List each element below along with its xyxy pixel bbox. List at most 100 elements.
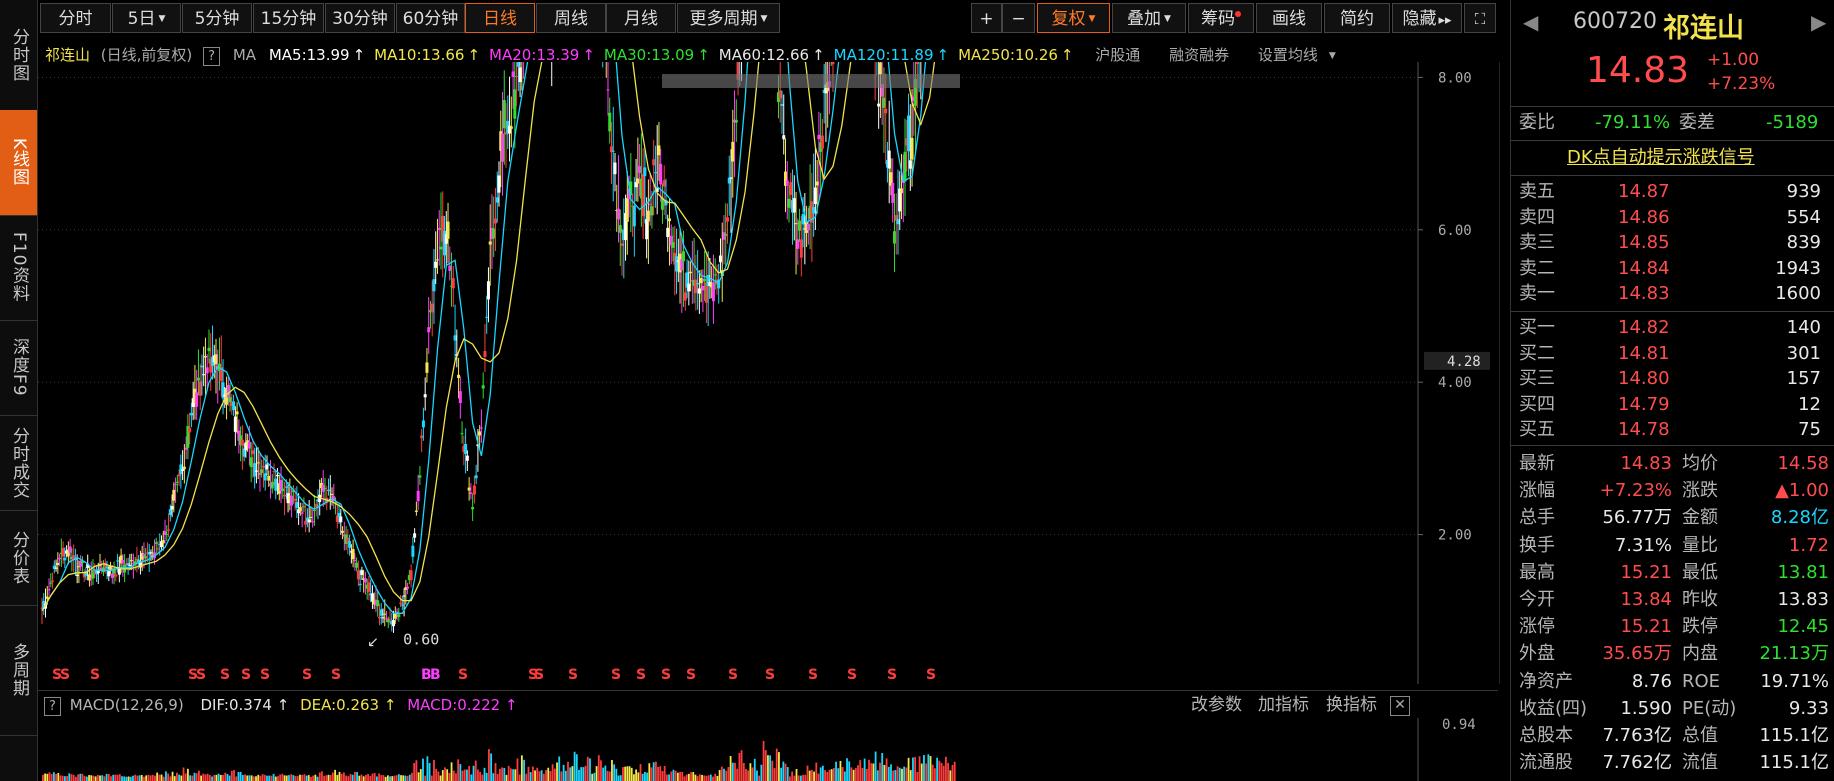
y-tick-label: 8.00 — [1438, 70, 1472, 86]
candle-body — [413, 533, 417, 538]
draw-line-button[interactable]: 画线 — [1256, 3, 1322, 33]
hide-button[interactable]: 隐藏 ▸▸ — [1392, 3, 1462, 33]
candle-body — [667, 218, 671, 222]
tab-60min[interactable]: 60分钟 — [396, 3, 465, 33]
candle-body — [789, 182, 793, 195]
tab-trades[interactable]: 分时成交 — [0, 415, 37, 511]
macd-bar — [540, 770, 543, 781]
bid-level-price: 14.78 — [1618, 419, 1670, 440]
macd-bar — [250, 775, 253, 781]
simple-mode-button[interactable]: 简约 — [1324, 3, 1390, 33]
tab-weekly[interactable]: 周线 — [536, 3, 606, 33]
macd-bar — [797, 775, 800, 781]
macd-bar — [745, 768, 747, 781]
kline-chart[interactable]: 14.0012.0010.008.006.004.002.004.28↖15.2… — [38, 62, 1500, 684]
macd-bar — [892, 770, 895, 781]
tab-depth[interactable]: 深度F9 — [0, 320, 37, 416]
stat-label: 流值 — [1682, 752, 1718, 774]
candle-body — [399, 602, 403, 604]
macd-bar — [685, 774, 688, 781]
stat-value: 8.76 — [1631, 670, 1672, 692]
candle-body — [184, 447, 188, 450]
tab-30min[interactable]: 30分钟 — [325, 3, 395, 33]
macd-bar — [635, 769, 638, 781]
macd-bar — [514, 769, 517, 781]
stat-value: 115.1亿 — [1759, 752, 1829, 774]
macd-bar — [46, 773, 49, 781]
macd-bar — [149, 775, 152, 781]
stat-value: +7.23% — [1599, 480, 1672, 502]
bid-level-price: 14.79 — [1618, 393, 1670, 415]
tab-more-periods[interactable]: 更多周期 ▼ — [677, 3, 780, 33]
candle-body — [513, 89, 517, 119]
stat-value: 13.83 — [1777, 589, 1829, 610]
zoom-out-button[interactable]: − — [1002, 3, 1035, 33]
macd-bar — [485, 772, 488, 781]
candle-body — [718, 255, 722, 263]
tab-price-table[interactable]: 分价表 — [0, 510, 37, 606]
stock-code: 600720 — [1573, 9, 1657, 34]
macd-bar — [679, 771, 681, 781]
candle-body — [425, 362, 429, 373]
tab-5day[interactable]: 5日 ▼ — [112, 3, 181, 33]
tab-f10-label: F10资料 — [9, 232, 29, 303]
macd-bar — [835, 761, 837, 781]
macd-bar — [213, 774, 216, 781]
tab-monthly[interactable]: 月线 — [606, 3, 676, 33]
macd-bar — [782, 761, 785, 781]
macd-bar — [189, 775, 192, 781]
macd-bar — [395, 775, 398, 781]
macd-chart[interactable]: 0.94 — [38, 718, 1500, 781]
overlay-button[interactable]: 叠加 ▼ — [1112, 3, 1186, 33]
macd-bar — [703, 775, 706, 781]
stat-value: 115.1亿 — [1759, 725, 1829, 746]
candle-body — [453, 335, 457, 341]
macd-bar — [314, 774, 317, 781]
candle-body — [314, 504, 318, 508]
macd-bar — [261, 774, 264, 781]
tab-multi-period[interactable]: 多周期 — [0, 605, 37, 736]
macd-bar — [246, 775, 249, 781]
change-param-button[interactable]: 改参数 — [1191, 691, 1242, 719]
macd-bar — [865, 768, 868, 781]
candle-body — [493, 218, 497, 224]
macd-bar — [756, 770, 758, 781]
candle-body — [418, 475, 422, 478]
macd-bar — [160, 774, 163, 781]
macd-bar — [595, 766, 598, 781]
candle-body — [636, 178, 640, 184]
stat-label: 量比 — [1682, 534, 1718, 556]
candle-body — [283, 494, 287, 497]
fuquan-button[interactable]: 复权 ▼ — [1037, 3, 1110, 33]
macd-bar — [518, 774, 521, 781]
macd-bar — [832, 767, 835, 781]
candle-body — [464, 444, 468, 454]
tab-5min[interactable]: 5分钟 — [182, 3, 252, 33]
zoom-in-button[interactable]: + — [971, 3, 1002, 33]
close-icon[interactable]: ✕ — [1390, 696, 1410, 716]
chips-button[interactable]: 筹码 — [1188, 3, 1254, 33]
fullscreen-icon[interactable]: ⛶ — [1464, 3, 1496, 33]
candle-body — [386, 619, 390, 623]
macd-bar — [204, 774, 207, 781]
macd-bar — [417, 772, 420, 781]
macd-bar — [411, 772, 413, 781]
tab-f10[interactable]: F10资料 — [0, 215, 37, 321]
macd-bar — [468, 765, 471, 781]
macd-bar — [134, 774, 137, 781]
macd-bar — [272, 773, 275, 781]
candle-body — [460, 433, 464, 435]
switch-indicator-button[interactable]: 换指标 — [1326, 691, 1377, 719]
dk-signal-link[interactable]: DK点自动提示涨跌信号 — [1567, 146, 1755, 170]
macd-bar — [187, 768, 189, 781]
macd-bar — [951, 764, 954, 781]
tab-timeshare[interactable]: 分时 — [40, 3, 111, 33]
macd-help-icon[interactable]: ? — [44, 697, 61, 716]
prev-stock-icon[interactable]: ◀ — [1523, 10, 1538, 34]
add-indicator-button[interactable]: 加指标 — [1258, 691, 1309, 719]
tab-daily[interactable]: 日线 — [465, 3, 535, 33]
tab-kline[interactable]: K线图 — [0, 110, 37, 216]
stat-label: 昨收 — [1682, 589, 1718, 610]
next-stock-icon[interactable]: ▶ — [1811, 10, 1826, 34]
tab-15min[interactable]: 15分钟 — [253, 3, 324, 33]
